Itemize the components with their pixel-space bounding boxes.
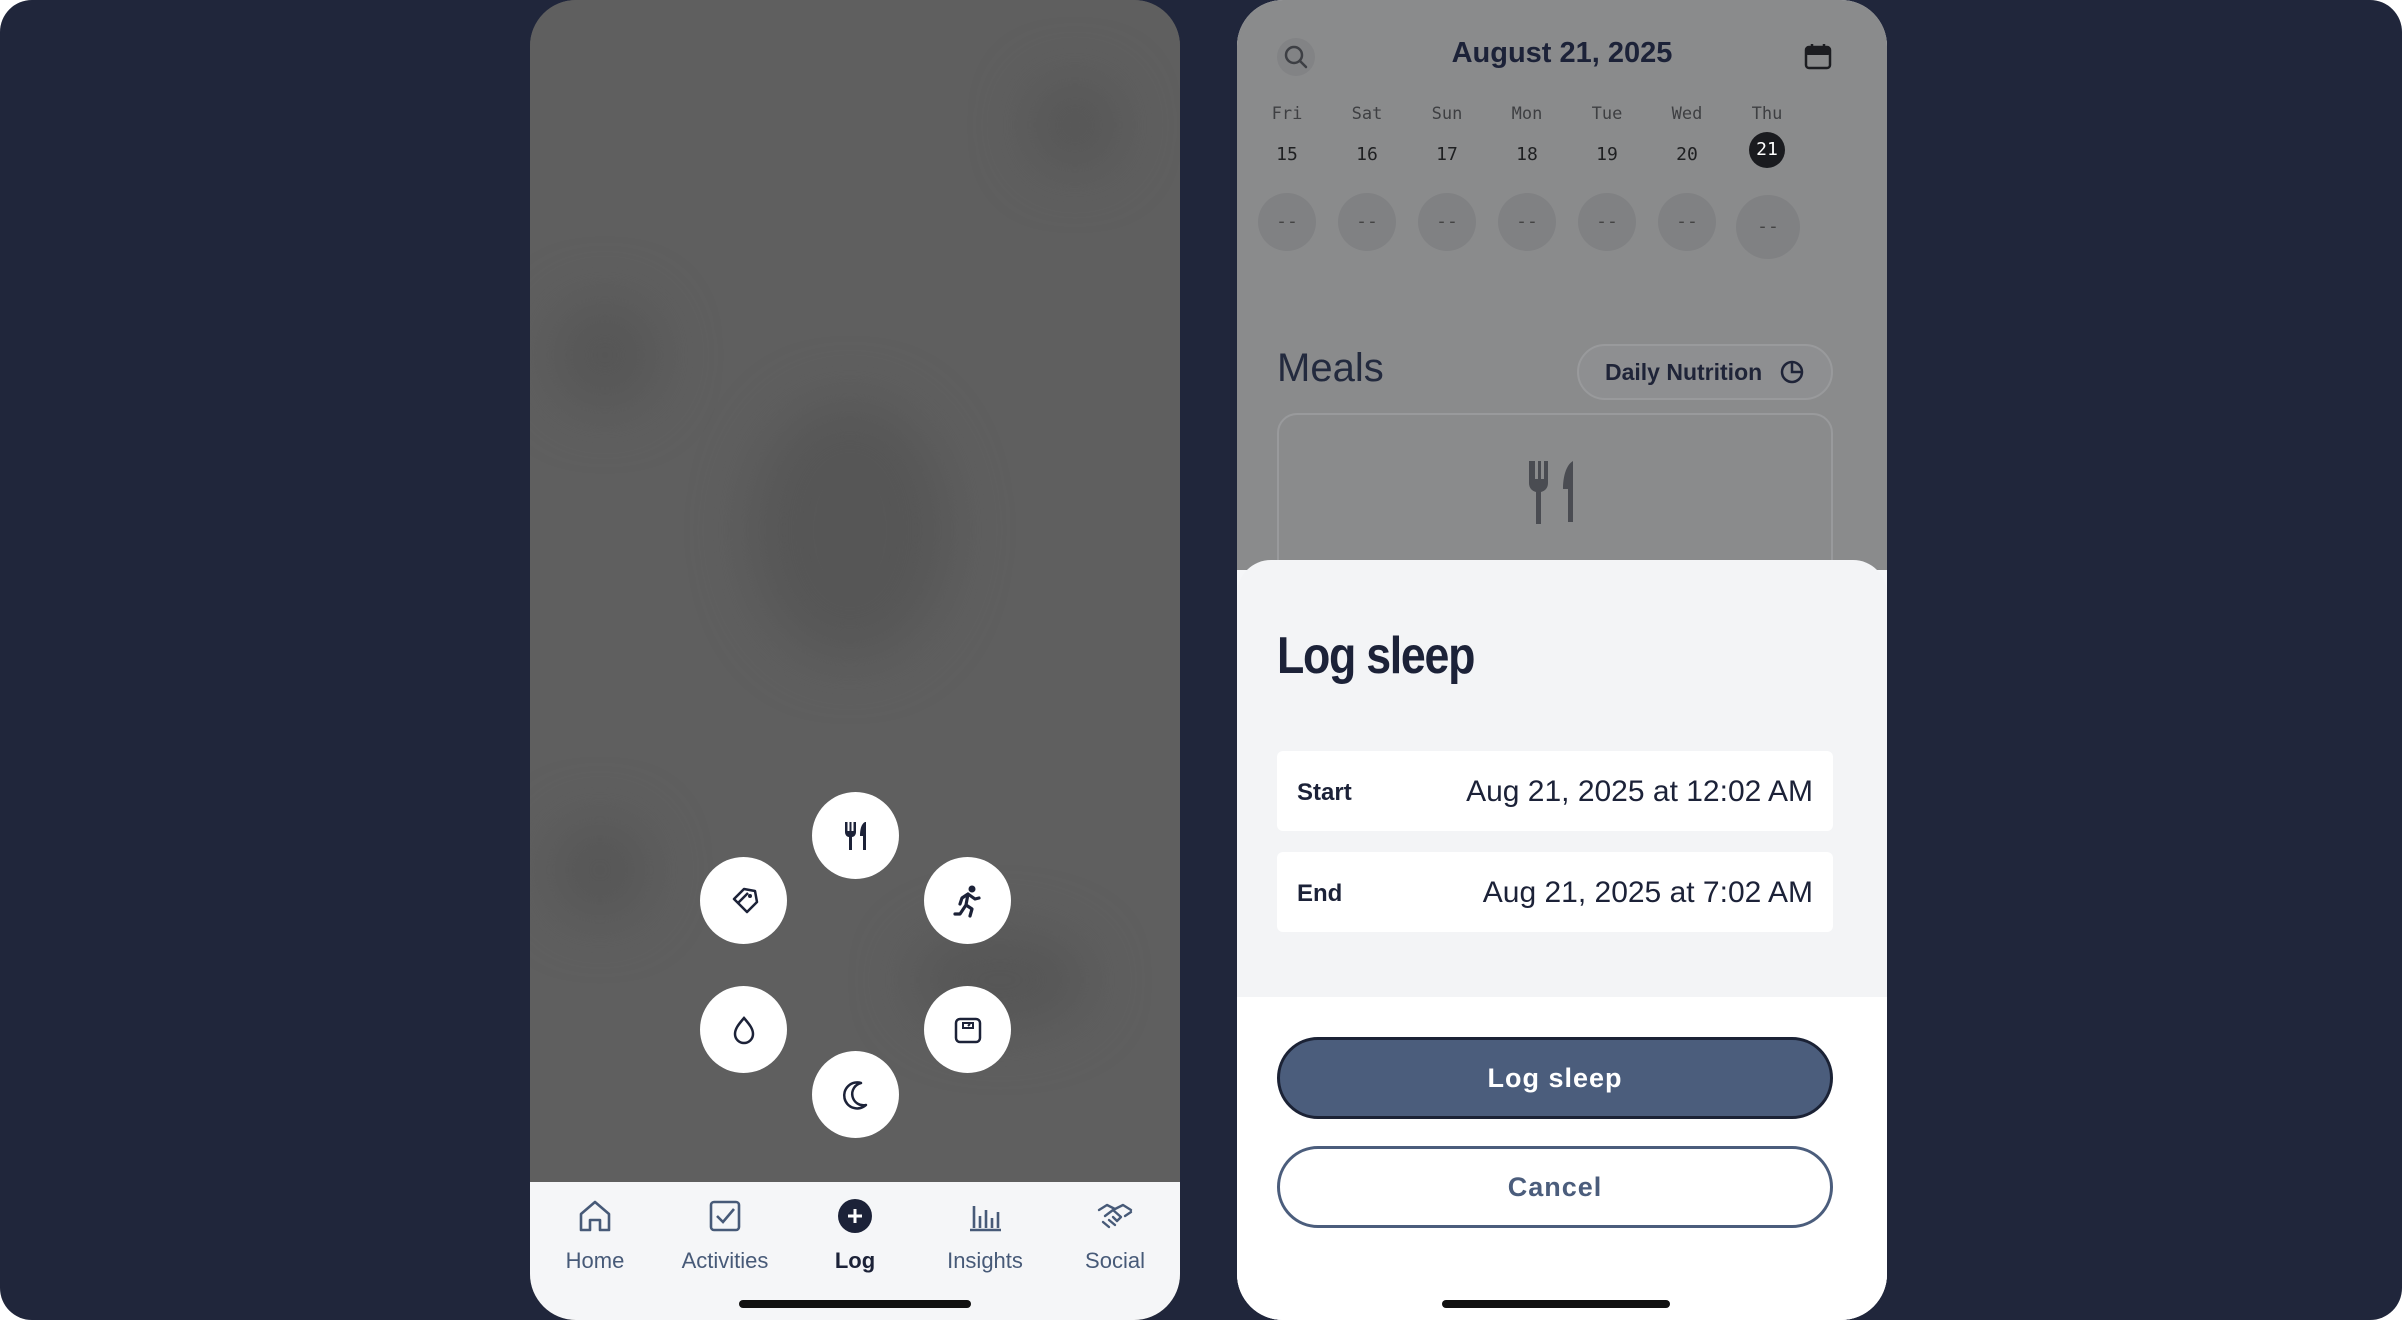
day-number: 17 bbox=[1436, 144, 1458, 165]
day-number: 18 bbox=[1516, 144, 1538, 165]
tab-activities-label: Activities bbox=[681, 1248, 769, 1273]
day-value: -- bbox=[1338, 193, 1396, 251]
log-meal-action[interactable] bbox=[812, 792, 899, 879]
bar-chart-icon bbox=[963, 1194, 1007, 1238]
start-time-row[interactable]: Start Aug 21, 2025 at 12:02 AM bbox=[1277, 751, 1833, 831]
tab-activities[interactable]: Activities bbox=[660, 1194, 790, 1294]
log-tag-action[interactable] bbox=[700, 857, 787, 944]
daily-nutrition-button[interactable]: Daily Nutrition bbox=[1577, 344, 1833, 400]
end-time-row[interactable]: End Aug 21, 2025 at 7:02 AM bbox=[1277, 852, 1833, 932]
day-value: -- bbox=[1578, 193, 1636, 251]
water-drop-icon bbox=[733, 1015, 754, 1044]
day-number: 20 bbox=[1676, 144, 1698, 165]
log-sleep-action[interactable] bbox=[812, 1051, 899, 1138]
home-indicator bbox=[739, 1300, 971, 1308]
date-title[interactable]: August 21, 2025 bbox=[1237, 37, 1887, 70]
running-icon bbox=[952, 885, 981, 918]
week-strip: Fri 15 -- Sat 16 -- Sun 17 -- Mon 18 -- … bbox=[1237, 100, 1887, 270]
tab-log[interactable]: Log bbox=[790, 1194, 920, 1294]
day-value: -- bbox=[1418, 193, 1476, 251]
log-activity-action[interactable] bbox=[924, 857, 1011, 944]
day-number-selected: 21 bbox=[1749, 132, 1785, 168]
day-name: Tue bbox=[1591, 104, 1623, 124]
day-number: 16 bbox=[1356, 144, 1378, 165]
meals-heading: Meals bbox=[1277, 346, 1384, 390]
home-indicator bbox=[1442, 1300, 1670, 1308]
sheet-title: Log sleep bbox=[1277, 627, 1475, 685]
end-value[interactable]: Aug 21, 2025 at 7:02 AM bbox=[1483, 876, 1813, 910]
top-bar: August 21, 2025 bbox=[1237, 0, 1887, 100]
plus-circle-icon bbox=[833, 1194, 877, 1238]
tab-insights-label: Insights bbox=[947, 1248, 1023, 1273]
day-name: Thu bbox=[1751, 104, 1783, 124]
tab-insights[interactable]: Insights bbox=[920, 1194, 1050, 1294]
tab-log-label: Log bbox=[834, 1248, 876, 1273]
sheet-actions: Log sleep Cancel bbox=[1237, 997, 1887, 1320]
day-name: Sun bbox=[1431, 104, 1463, 124]
tab-home[interactable]: Home bbox=[530, 1194, 660, 1294]
canvas: Home Activities Log Insights Social Augu… bbox=[0, 0, 2402, 1320]
day-number: 19 bbox=[1596, 144, 1618, 165]
daily-nutrition-label: Daily Nutrition bbox=[1605, 358, 1763, 385]
day-name: Wed bbox=[1671, 104, 1703, 124]
scale-icon bbox=[954, 1017, 981, 1043]
fork-knife-icon bbox=[844, 821, 866, 850]
end-label: End bbox=[1297, 880, 1343, 907]
moon-icon bbox=[842, 1080, 867, 1110]
day-name: Mon bbox=[1511, 104, 1543, 124]
log-sleep-sheet: Log sleep Start Aug 21, 2025 at 12:02 AM… bbox=[1237, 560, 1887, 1320]
day-name: Sat bbox=[1351, 104, 1383, 124]
day-value: -- bbox=[1658, 193, 1716, 251]
log-water-action[interactable] bbox=[700, 986, 787, 1073]
log-weight-action[interactable] bbox=[924, 986, 1011, 1073]
log-sleep-button[interactable]: Log sleep bbox=[1277, 1037, 1833, 1119]
day-name: Fri bbox=[1271, 104, 1303, 124]
cancel-button[interactable]: Cancel bbox=[1277, 1146, 1833, 1228]
tab-home-label: Home bbox=[565, 1248, 625, 1273]
fork-knife-icon bbox=[1529, 461, 1573, 524]
tab-social[interactable]: Social bbox=[1050, 1194, 1180, 1294]
tab-social-label: Social bbox=[1085, 1248, 1145, 1273]
home-icon bbox=[573, 1194, 617, 1238]
day-number: 15 bbox=[1276, 144, 1298, 165]
start-label: Start bbox=[1297, 779, 1352, 806]
phone-right: August 21, 2025 Fri 15 -- Sat 16 -- Sun … bbox=[1237, 0, 1887, 1320]
day-value: -- bbox=[1498, 193, 1556, 251]
day-value: -- bbox=[1258, 193, 1316, 251]
handshake-icon bbox=[1093, 1194, 1137, 1238]
tag-icon bbox=[732, 887, 758, 913]
checkbox-icon bbox=[703, 1194, 747, 1238]
day-value: -- bbox=[1736, 195, 1800, 259]
calendar-icon[interactable] bbox=[1802, 40, 1834, 72]
pie-chart-icon bbox=[1780, 360, 1804, 384]
start-value[interactable]: Aug 21, 2025 at 12:02 AM bbox=[1466, 775, 1813, 809]
phone-left: Home Activities Log Insights Social bbox=[530, 0, 1180, 1320]
